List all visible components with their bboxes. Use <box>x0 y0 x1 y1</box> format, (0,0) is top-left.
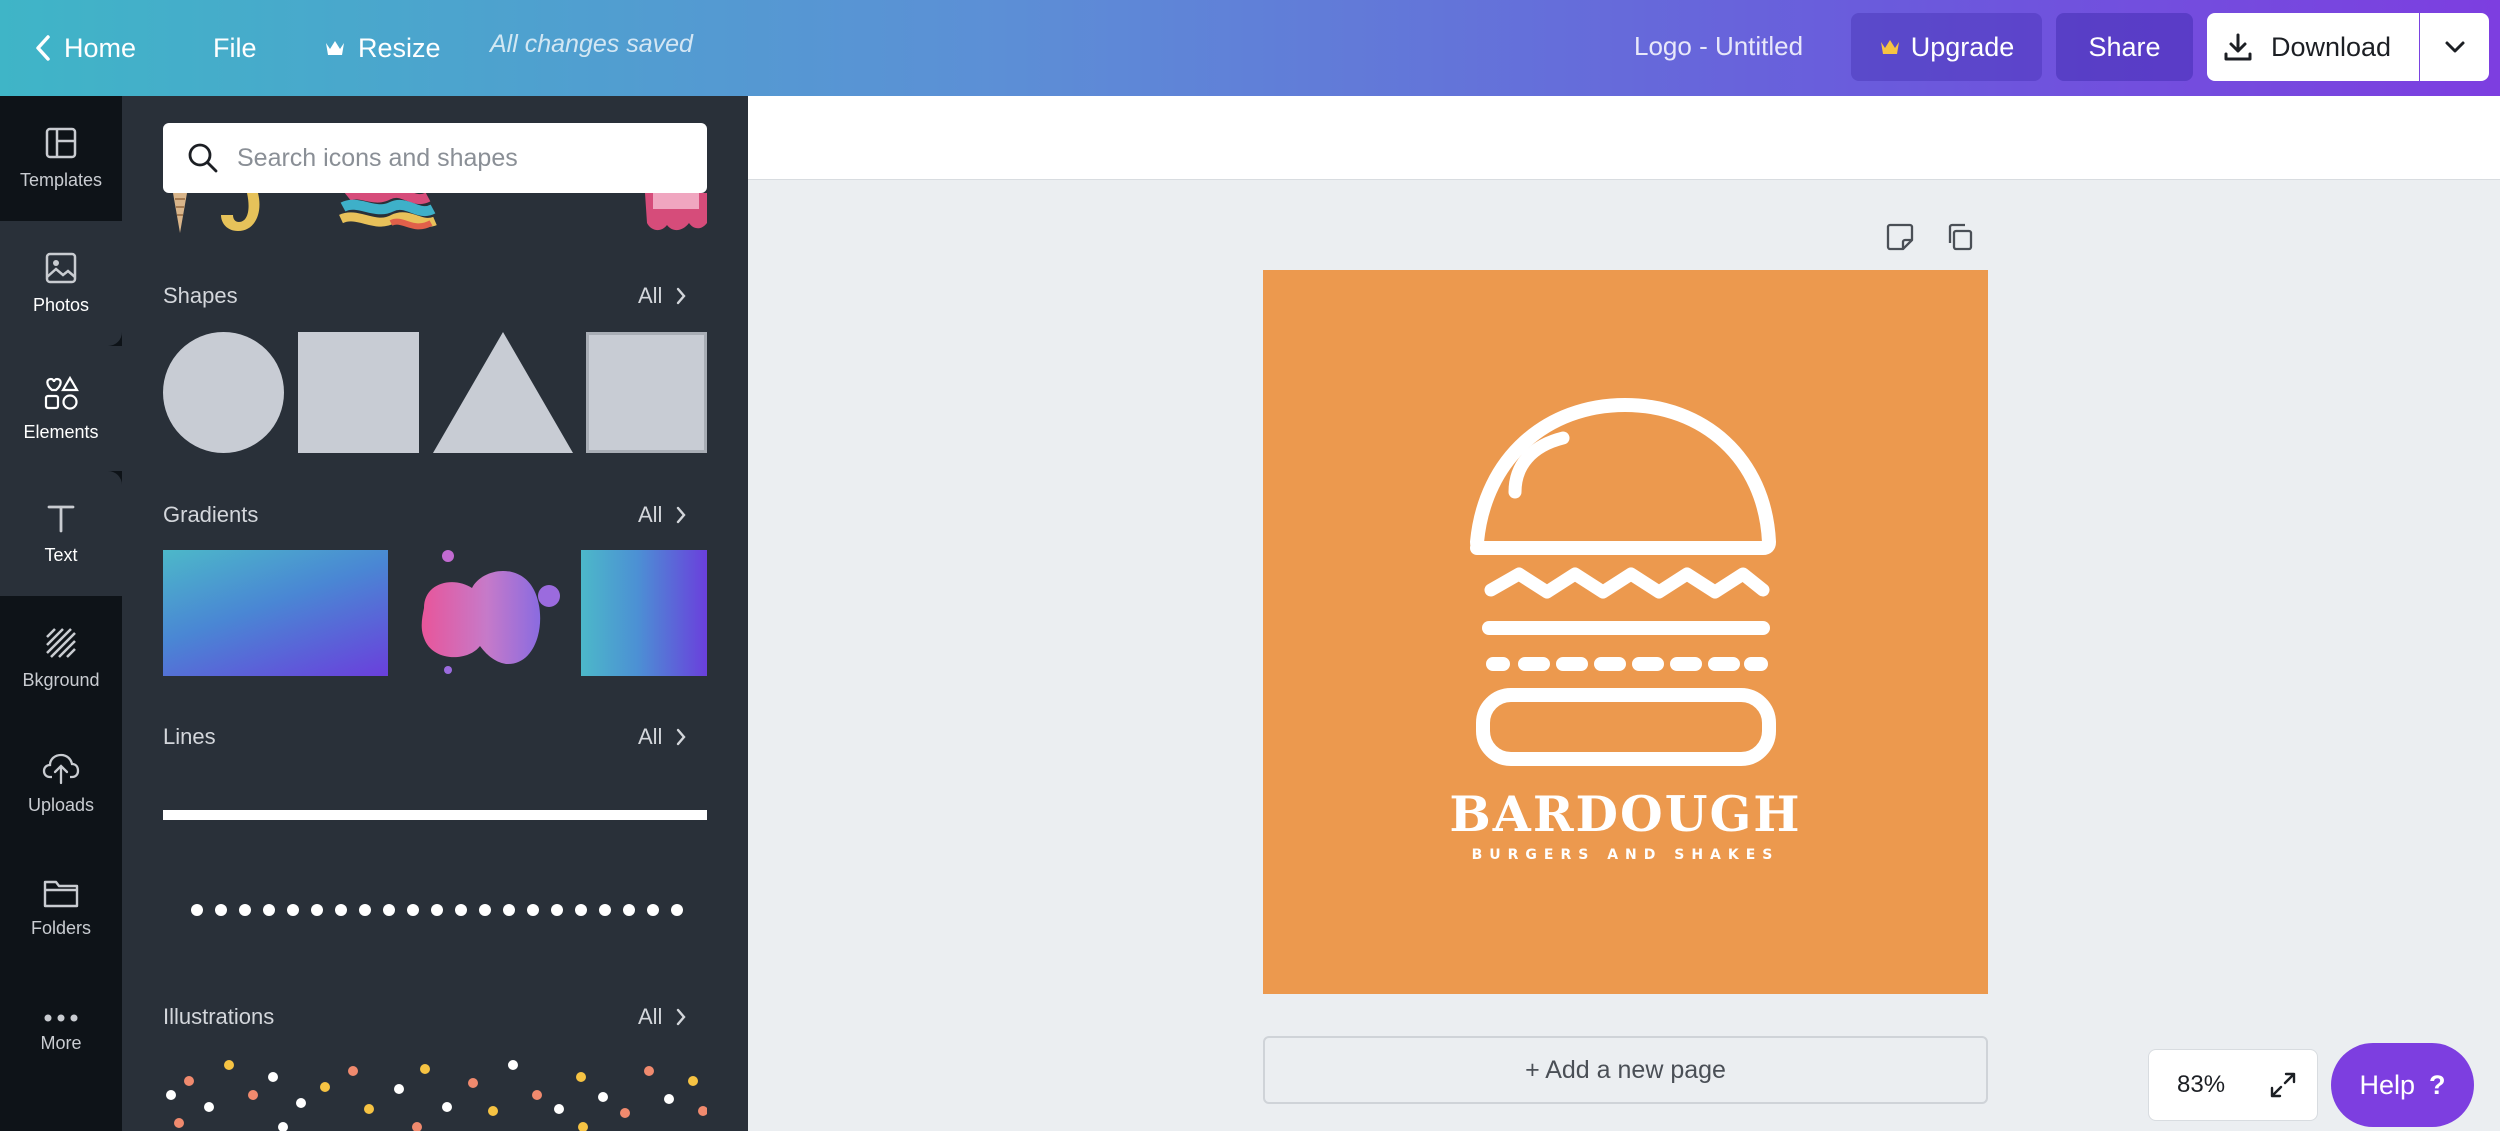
duplicate-icon <box>1948 223 1973 251</box>
templates-icon <box>45 127 77 159</box>
resize-label: Resize <box>358 32 441 63</box>
outlined-square-shape[interactable] <box>586 332 707 453</box>
zoom-control[interactable]: 83% <box>2148 1049 2318 1121</box>
chevron-right-icon <box>677 1008 687 1026</box>
crown-icon <box>1880 40 1899 54</box>
rail-item-elements[interactable]: Elements <box>0 346 122 471</box>
confetti-illustration[interactable] <box>163 1051 707 1131</box>
save-status: All changes saved <box>490 30 693 58</box>
file-menu-button[interactable]: File <box>213 0 257 96</box>
gradient-square[interactable] <box>581 550 707 676</box>
home-label: Home <box>64 32 137 63</box>
editor-toolbar <box>748 96 2500 180</box>
chevron-right-icon <box>677 287 687 305</box>
rail-item-text[interactable]: Text <box>0 471 122 596</box>
circle-shape[interactable] <box>163 332 284 453</box>
top-bar: Home File Resize All changes saved Logo … <box>0 0 2500 96</box>
rail-label-background: Bkground <box>22 670 100 690</box>
help-label: Help <box>2359 1069 2416 1100</box>
share-label: Share <box>2088 31 2161 62</box>
gradient-rectangle[interactable] <box>163 550 388 676</box>
add-new-page-button[interactable]: + Add a new page <box>1263 1036 1988 1104</box>
elements-panel: Shapes All Gradients All Lines All <box>122 96 748 1131</box>
shapes-see-all-link[interactable]: All <box>638 283 687 309</box>
rail-item-photos[interactable]: Photos <box>0 221 122 346</box>
note-icon <box>1886 223 1914 251</box>
more-icon <box>44 1014 78 1022</box>
illustrations-see-all-link[interactable]: All <box>638 1004 687 1030</box>
dotted-line[interactable] <box>163 898 707 922</box>
file-label: File <box>213 32 257 63</box>
solid-line[interactable] <box>163 810 707 820</box>
download-label: Download <box>2271 31 2392 62</box>
crown-icon <box>326 41 344 55</box>
square-shape[interactable] <box>298 332 419 453</box>
download-icon <box>2224 33 2252 61</box>
rail-label-elements: Elements <box>23 422 99 442</box>
rail-item-templates[interactable]: Templates <box>0 96 122 221</box>
shapes-all-label: All <box>638 283 663 308</box>
search-input[interactable] <box>237 143 677 173</box>
design-page[interactable]: BARDOUGH BURGERS AND SHAKES <box>1263 270 1988 994</box>
text-icon <box>47 505 75 533</box>
rail-label-folders: Folders <box>30 918 92 938</box>
home-button[interactable]: Home <box>34 0 136 96</box>
document-title[interactable]: Logo - Untitled <box>1634 31 1803 62</box>
lines-all-label: All <box>638 724 663 749</box>
gradients-all-label: All <box>638 502 663 527</box>
resize-button[interactable]: Resize <box>324 0 441 96</box>
rail-item-folders[interactable]: Folders <box>0 846 122 971</box>
illustrations-all-label: All <box>638 1004 663 1029</box>
triangle-shape[interactable] <box>433 332 573 453</box>
chevron-right-icon <box>677 506 687 524</box>
upgrade-label: Upgrade <box>1910 31 2015 62</box>
rail-label-text: Text <box>44 545 78 565</box>
page-tools <box>1885 222 1975 257</box>
gradients-section-title: Gradients <box>163 502 259 527</box>
page-notes-button[interactable] <box>1885 222 1915 257</box>
illustrations-section-title: Illustrations <box>163 1004 275 1029</box>
elements-icon <box>44 375 79 410</box>
stickers-preview <box>173 193 707 233</box>
duplicate-page-button[interactable] <box>1945 222 1975 257</box>
help-button[interactable]: Help ? <box>2331 1043 2474 1127</box>
featured-stickers-strip[interactable] <box>163 193 707 239</box>
logo-tagline[interactable]: BURGERS AND SHAKES <box>1263 847 1988 863</box>
rail-label-templates: Templates <box>19 170 103 190</box>
download-button[interactable]: Download <box>2207 13 2419 81</box>
rail-item-more[interactable]: More <box>0 971 122 1096</box>
zoom-level[interactable]: 83% <box>2177 1071 2225 1099</box>
chevron-down-icon <box>2445 41 2464 53</box>
burger-icon[interactable] <box>1263 270 1988 994</box>
search-icon <box>188 143 218 173</box>
logo-brand-name[interactable]: BARDOUGH <box>1263 785 1988 843</box>
uploads-icon <box>42 753 80 785</box>
rail-label-uploads: Uploads <box>27 795 95 815</box>
chevron-left-icon <box>36 35 50 61</box>
side-rail: Templates Photos Elements Text Bkground … <box>0 96 122 1131</box>
rail-label-more: More <box>40 1033 82 1053</box>
rail-item-uploads[interactable]: Uploads <box>0 721 122 846</box>
search-box[interactable] <box>163 123 707 193</box>
share-button[interactable]: Share <box>2056 13 2193 81</box>
gradients-see-all-link[interactable]: All <box>638 502 687 528</box>
fullscreen-icon[interactable] <box>2269 1071 2297 1099</box>
shapes-section-title: Shapes <box>163 283 238 308</box>
lines-see-all-link[interactable]: All <box>638 724 687 750</box>
gradient-blob[interactable] <box>402 548 568 678</box>
background-icon <box>46 628 76 658</box>
photos-icon <box>45 252 77 284</box>
upgrade-button[interactable]: Upgrade <box>1851 13 2042 81</box>
lines-section-title: Lines <box>163 724 216 749</box>
rail-label-photos: Photos <box>32 295 90 315</box>
rail-item-background[interactable]: Bkground <box>0 596 122 721</box>
download-options-button[interactable] <box>2420 13 2489 81</box>
help-icon: ? <box>2429 1069 2446 1100</box>
folders-icon <box>43 880 79 908</box>
chevron-right-icon <box>677 728 687 746</box>
